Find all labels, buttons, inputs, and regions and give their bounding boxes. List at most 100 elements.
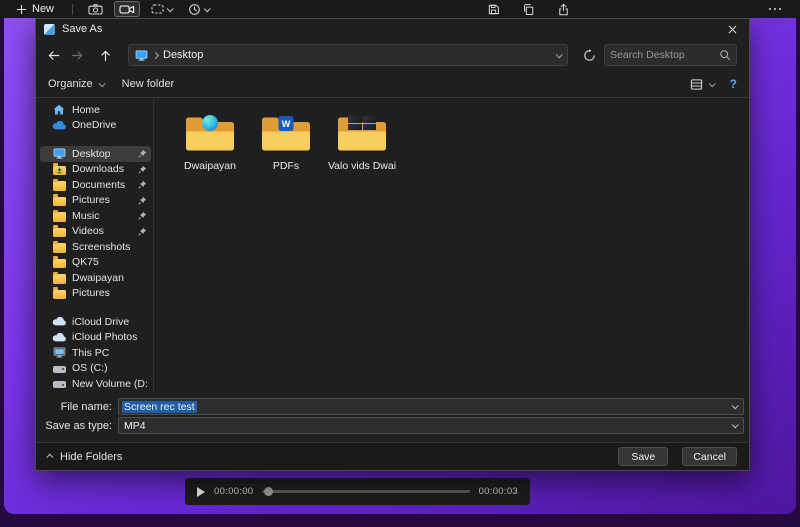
cloud-icon xyxy=(52,317,66,326)
sidebar-item-icloud-photos[interactable]: iCloud Photos xyxy=(40,330,151,346)
close-button[interactable] xyxy=(715,19,749,39)
sidebar-item-os-c[interactable]: OS (C:) xyxy=(40,361,151,377)
chevron-right-icon xyxy=(152,51,159,58)
organize-button[interactable]: Organize xyxy=(48,78,104,90)
sidebar-item-music[interactable]: Music xyxy=(40,208,151,224)
grid-view-icon xyxy=(690,78,703,91)
dialog-navigation-bar: Desktop xyxy=(36,39,749,71)
refresh-button[interactable] xyxy=(580,44,598,66)
sidebar-item-new-volume-d[interactable]: New Volume (D: xyxy=(40,376,151,392)
more-options-button[interactable] xyxy=(760,1,791,17)
camera-mode-button[interactable] xyxy=(83,1,108,17)
video-mode-button[interactable] xyxy=(114,1,140,17)
sidebar-item-screenshots[interactable]: Screenshots xyxy=(40,239,151,255)
cancel-button[interactable]: Cancel xyxy=(682,447,737,466)
sidebar-item-downloads[interactable]: Downloads xyxy=(40,162,151,178)
save-as-dialog: Save As Desktop xyxy=(35,18,750,471)
sidebar-item-this-pc[interactable]: This PC xyxy=(40,345,151,361)
share-icon xyxy=(557,3,570,16)
monitor-icon xyxy=(52,148,66,159)
chevron-down-icon[interactable] xyxy=(556,51,563,58)
new-capture-button[interactable]: New xyxy=(10,2,62,16)
folder-tile-pdfs[interactable]: W PDFs xyxy=(250,112,322,172)
home-icon xyxy=(52,104,66,115)
dialog-content: Home OneDrive Desktop Downloads Document… xyxy=(36,98,749,392)
footer-buttons: Save Cancel xyxy=(618,447,737,466)
sidebar-item-onedrive[interactable]: OneDrive xyxy=(40,118,151,134)
pin-icon xyxy=(138,165,147,174)
save-form: File name: Screen rec test Save as type:… xyxy=(36,392,749,442)
file-name-value: Screen rec test xyxy=(122,401,197,413)
sidebar-item-qk75[interactable]: QK75 xyxy=(40,255,151,271)
save-as-type-select[interactable]: MP4 xyxy=(118,417,744,434)
breadcrumb-location[interactable]: Desktop xyxy=(163,49,203,61)
sidebar-item-videos[interactable]: Videos xyxy=(40,224,151,240)
chevron-down-icon[interactable] xyxy=(732,402,739,409)
command-bar-right: ? xyxy=(690,77,737,91)
organize-label: Organize xyxy=(48,78,93,90)
save-icon xyxy=(487,3,500,16)
chevron-down-icon xyxy=(204,5,211,12)
search-icon[interactable] xyxy=(719,49,731,61)
plus-icon xyxy=(17,5,26,14)
more-icon xyxy=(765,8,786,11)
folder-icon xyxy=(52,272,66,284)
new-folder-button[interactable]: New folder xyxy=(122,78,175,90)
dialog-command-bar: Organize New folder ? xyxy=(36,71,749,97)
folder-name: PDFs xyxy=(273,160,299,172)
forward-arrow-icon xyxy=(70,48,85,63)
chevron-down-icon xyxy=(708,80,715,87)
file-list-area[interactable]: Dwaipayan W PDFs Valo vids Dwai xyxy=(154,98,749,392)
help-icon: ? xyxy=(730,77,737,91)
back-button[interactable] xyxy=(44,44,62,66)
chevron-down-icon[interactable] xyxy=(732,421,739,428)
save-as-type-value: MP4 xyxy=(122,420,148,432)
folder-icon xyxy=(184,112,236,154)
sidebar-item-documents[interactable]: Documents xyxy=(40,177,151,193)
view-options-button[interactable] xyxy=(690,78,714,91)
up-button[interactable] xyxy=(96,44,114,66)
timer-delay-button[interactable] xyxy=(183,1,214,17)
search-input[interactable] xyxy=(610,49,719,61)
new-folder-label: New folder xyxy=(122,78,175,90)
file-name-label: File name: xyxy=(36,401,118,413)
help-button[interactable]: ? xyxy=(730,77,737,91)
sidebar-item-dwaipayan[interactable]: Dwaipayan xyxy=(40,270,151,286)
folder-icon xyxy=(52,288,66,300)
copy-button[interactable] xyxy=(517,1,540,17)
folder-tile-valo-vids[interactable]: Valo vids Dwai xyxy=(326,112,398,172)
region-select-button[interactable] xyxy=(146,1,177,17)
cloud-icon xyxy=(52,333,66,342)
save-button[interactable] xyxy=(482,1,505,17)
sidebar-item-home[interactable]: Home xyxy=(40,102,151,118)
sidebar-item-icloud-drive[interactable]: iCloud Drive xyxy=(40,314,151,330)
folder-name: Dwaipayan xyxy=(184,160,236,172)
dialog-footer: Hide Folders Save Cancel xyxy=(36,442,749,470)
folder-tile-dwaipayan[interactable]: Dwaipayan xyxy=(174,112,246,172)
new-button-label: New xyxy=(32,3,54,15)
forward-button[interactable] xyxy=(68,44,86,66)
dialog-titlebar[interactable]: Save As xyxy=(36,19,749,39)
capture-toolbar: New xyxy=(0,0,800,18)
play-icon[interactable] xyxy=(197,487,205,497)
seek-slider[interactable] xyxy=(262,490,469,493)
hide-folders-button[interactable]: Hide Folders xyxy=(48,451,122,463)
file-name-input[interactable]: Screen rec test xyxy=(118,398,744,415)
share-button[interactable] xyxy=(552,1,575,17)
recording-preview-player: 00:00:00 00:00:03 xyxy=(185,478,530,505)
sidebar-item-desktop[interactable]: Desktop xyxy=(40,146,151,162)
sidebar-item-pictures[interactable]: Pictures xyxy=(40,193,151,209)
chevron-down-icon xyxy=(167,5,174,12)
seek-slider-knob[interactable] xyxy=(264,487,273,496)
save-as-app-icon xyxy=(44,24,55,35)
onedrive-cloud-icon xyxy=(52,121,66,130)
address-bar[interactable]: Desktop xyxy=(128,44,568,66)
save-confirm-button[interactable]: Save xyxy=(618,447,668,466)
monitor-icon xyxy=(135,50,148,61)
elapsed-time: 00:00:00 xyxy=(214,486,253,497)
sidebar-group-gap xyxy=(40,133,151,146)
documents-folder-icon xyxy=(52,179,66,191)
save-as-type-label: Save as type: xyxy=(36,420,118,432)
save-as-type-row: Save as type: MP4 xyxy=(36,417,744,434)
sidebar-item-pictures-2[interactable]: Pictures xyxy=(40,286,151,302)
